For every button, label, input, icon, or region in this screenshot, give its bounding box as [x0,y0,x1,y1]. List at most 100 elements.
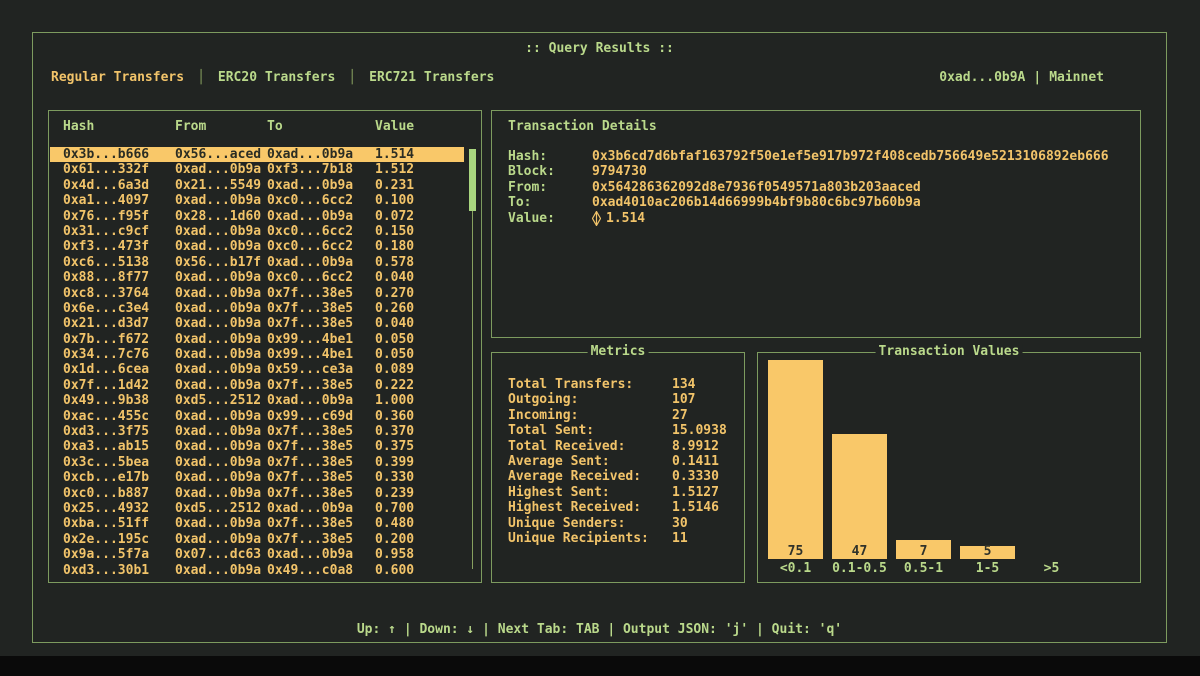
table-row[interactable]: 0x2e...195c0xad...0b9a0x7f...38e50.200 [50,532,464,547]
table-row[interactable]: 0xc6...51380x56...b17f0xad...0b9a0.578 [50,255,464,270]
table-row[interactable]: 0x4d...6a3d0x21...55490xad...0b9a0.231 [50,178,464,193]
table-row[interactable]: 0x21...d3d70xad...0b9a0x7f...38e50.040 [50,316,464,331]
cell-hash: 0x7b...f672 [63,332,175,347]
table-row[interactable]: 0x3c...5bea0xad...0b9a0x7f...38e50.399 [50,455,464,470]
metric-label: Highest Sent: [508,485,672,500]
table-row[interactable]: 0xc8...37640xad...0b9a0x7f...38e50.270 [50,286,464,301]
cell-value: 0.578 [375,255,464,270]
cell-hash: 0xc6...5138 [63,255,175,270]
metric-item: Outgoing:107 [508,392,738,407]
table-row[interactable]: 0x6e...c3e40xad...0b9a0x7f...38e50.260 [50,301,464,316]
cell-value: 0.399 [375,455,464,470]
cell-value: 0.040 [375,270,464,285]
metric-value: 134 [672,377,695,392]
table-row[interactable]: 0x3b...b6660x56...aced0xad...0b9a1.514 [50,147,464,162]
cell-from: 0x56...aced [175,147,267,162]
cell-to: 0x7f...38e5 [267,378,375,393]
cell-to: 0x7f...38e5 [267,470,375,485]
tab-erc721-transfers[interactable]: ERC721 Transfers [369,70,494,85]
cell-value: 0.050 [375,332,464,347]
table-row[interactable]: 0xac...455c0xad...0b9a0x99...c69d0.360 [50,409,464,424]
table-row[interactable]: 0x49...9b380xd5...25120xad...0b9a1.000 [50,393,464,408]
cell-value: 0.958 [375,547,464,562]
table-row[interactable]: 0x9a...5f7a0x07...dc630xad...0b9a0.958 [50,547,464,562]
cell-hash: 0x88...8f77 [63,270,175,285]
table-row[interactable]: 0xd3...3f750xad...0b9a0x7f...38e50.370 [50,424,464,439]
table-scrollbar-track[interactable] [472,149,473,569]
cell-value: 0.222 [375,378,464,393]
detail-field: From:0x564286362092d8e7936f0549571a803b2… [508,180,1132,195]
tab-list: Regular Transfers│ERC20 Transfers│ERC721… [51,70,494,85]
table-scrollbar-thumb[interactable] [469,149,476,211]
table-row[interactable]: 0x34...7c760xad...0b9a0x99...4be10.050 [50,347,464,362]
detail-value-text: 0x3b6cd7d6bfaf163792f50e1ef5e917b972f408… [592,149,1109,164]
table-row[interactable]: 0x61...332f0xad...0b9a0xf3...7b181.512 [50,162,464,177]
metric-value: 1.5146 [672,500,719,515]
chart-title: Transaction Values [876,344,1023,359]
table-row[interactable]: 0xa3...ab150xad...0b9a0x7f...38e50.375 [50,439,464,454]
cell-value: 1.512 [375,162,464,177]
network-label: Mainnet [1049,70,1104,85]
table-row[interactable]: 0xcb...e17b0xad...0b9a0x7f...38e50.330 [50,470,464,485]
table-row[interactable]: 0x76...f95f0x28...1d600xad...0b9a0.072 [50,209,464,224]
cell-value: 0.330 [375,470,464,485]
bar-value-label: 75 [768,544,823,559]
cell-to: 0x7f...38e5 [267,516,375,531]
cell-from: 0xad...0b9a [175,162,267,177]
table-row[interactable]: 0x7f...1d420xad...0b9a0x7f...38e50.222 [50,378,464,393]
app-title: :: Query Results :: [33,41,1166,56]
cell-from: 0xad...0b9a [175,270,267,285]
cell-from: 0xad...0b9a [175,516,267,531]
axis-tick-label: 0.1-0.5 [832,561,887,576]
cell-to: 0xad...0b9a [267,547,375,562]
bar-0.1-0.5[interactable] [832,434,887,559]
detail-value-text: 0x564286362092d8e7936f0549571a803b203aac… [592,180,921,195]
cell-to: 0x7f...38e5 [267,439,375,454]
table-row[interactable]: 0x1d...6cea0xad...0b9a0x59...ce3a0.089 [50,362,464,377]
table-row[interactable]: 0xa1...40970xad...0b9a0xc0...6cc20.100 [50,193,464,208]
cell-to: 0xf3...7b18 [267,162,375,177]
table-row[interactable]: 0x88...8f770xad...0b9a0xc0...6cc20.040 [50,270,464,285]
cell-from: 0xad...0b9a [175,378,267,393]
metric-label: Outgoing: [508,392,672,407]
table-row[interactable]: 0xd3...30b10xad...0b9a0x49...c0a80.600 [50,563,464,578]
cell-to: 0x7f...38e5 [267,316,375,331]
cell-from: 0xad...0b9a [175,301,267,316]
column-header-from: From [175,119,267,134]
cell-from: 0x07...dc63 [175,547,267,562]
axis-tick-label: >5 [1024,561,1079,576]
bar-<0.1[interactable] [768,360,823,559]
metric-item: Total Transfers:134 [508,377,738,392]
cell-from: 0x21...5549 [175,178,267,193]
table-row[interactable]: 0xc0...b8870xad...0b9a0x7f...38e50.239 [50,486,464,501]
cell-value: 0.260 [375,301,464,316]
table-row[interactable]: 0x31...c9cf0xad...0b9a0xc0...6cc20.150 [50,224,464,239]
table-row[interactable]: 0xf3...473f0xad...0b9a0xc0...6cc20.180 [50,239,464,254]
cell-value: 0.089 [375,362,464,377]
axis-tick-label: 1-5 [960,561,1015,576]
cell-hash: 0x61...332f [63,162,175,177]
metric-item: Incoming:27 [508,408,738,423]
metric-value: 30 [672,516,688,531]
cell-hash: 0x21...d3d7 [63,316,175,331]
cell-to: 0xc0...6cc2 [267,239,375,254]
table-row[interactable]: 0x25...49320xd5...25120xad...0b9a0.700 [50,501,464,516]
table-row[interactable]: 0xba...51ff0xad...0b9a0x7f...38e50.480 [50,516,464,531]
tab-erc20-transfers[interactable]: ERC20 Transfers [218,70,335,85]
metric-value: 0.1411 [672,454,719,469]
metric-item: Unique Recipients:11 [508,531,738,546]
bar-value-label: 5 [960,544,1015,559]
metric-value: 0.3330 [672,469,719,484]
cell-to: 0x7f...38e5 [267,424,375,439]
cell-value: 0.370 [375,424,464,439]
cell-from: 0xad...0b9a [175,362,267,377]
cell-from: 0xad...0b9a [175,470,267,485]
cell-to: 0x7f...38e5 [267,486,375,501]
tab-regular-transfers[interactable]: Regular Transfers [51,70,184,85]
cell-value: 0.180 [375,239,464,254]
cell-hash: 0x25...4932 [63,501,175,516]
cell-from: 0xad...0b9a [175,532,267,547]
table-row[interactable]: 0x7b...f6720xad...0b9a0x99...4be10.050 [50,332,464,347]
cell-value: 0.360 [375,409,464,424]
detail-value: 9794730 [592,164,647,179]
